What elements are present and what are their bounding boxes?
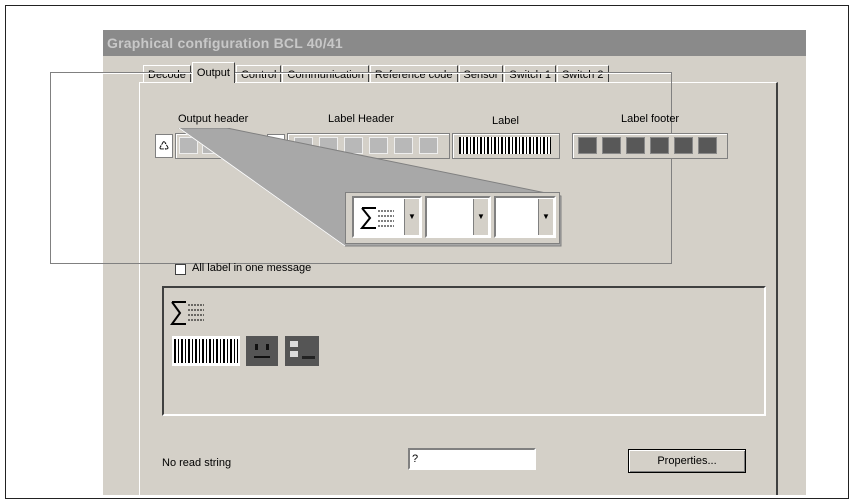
tab-output[interactable]: Output xyxy=(191,62,235,83)
sum-list-icon xyxy=(170,301,204,325)
no-read-string-input[interactable]: ? xyxy=(408,448,536,470)
element-combo-2[interactable]: ▼ xyxy=(425,196,491,238)
form-icon xyxy=(285,336,319,366)
dropdown-arrow-icon[interactable]: ▼ xyxy=(404,199,419,235)
label-footer-label: Label footer xyxy=(621,113,680,125)
dropdown-arrow-icon[interactable]: ▼ xyxy=(538,199,553,235)
dropdown-arrow-icon[interactable]: ▼ xyxy=(473,199,488,235)
no-read-string-label: No read string xyxy=(162,457,232,469)
element-combo-3[interactable]: ▼ xyxy=(494,196,556,238)
label-header-label: Label Header xyxy=(328,113,395,125)
all-label-checkbox[interactable] xyxy=(175,264,186,275)
label-label: Label xyxy=(492,115,519,127)
socket-icon xyxy=(246,336,278,366)
properties-button[interactable]: Properties... xyxy=(628,449,746,473)
message-preview-box xyxy=(162,286,766,416)
output-header-label: Output header xyxy=(178,113,249,125)
all-label-checkbox-label: All label in one message xyxy=(192,262,312,274)
label-footer-field[interactable] xyxy=(572,133,728,159)
barcode-icon xyxy=(172,336,240,366)
sum-list-icon xyxy=(360,207,394,229)
element-combo-1[interactable]: ▼ xyxy=(352,196,422,238)
window-title: Graphical configuration BCL 40/41 xyxy=(103,30,806,56)
